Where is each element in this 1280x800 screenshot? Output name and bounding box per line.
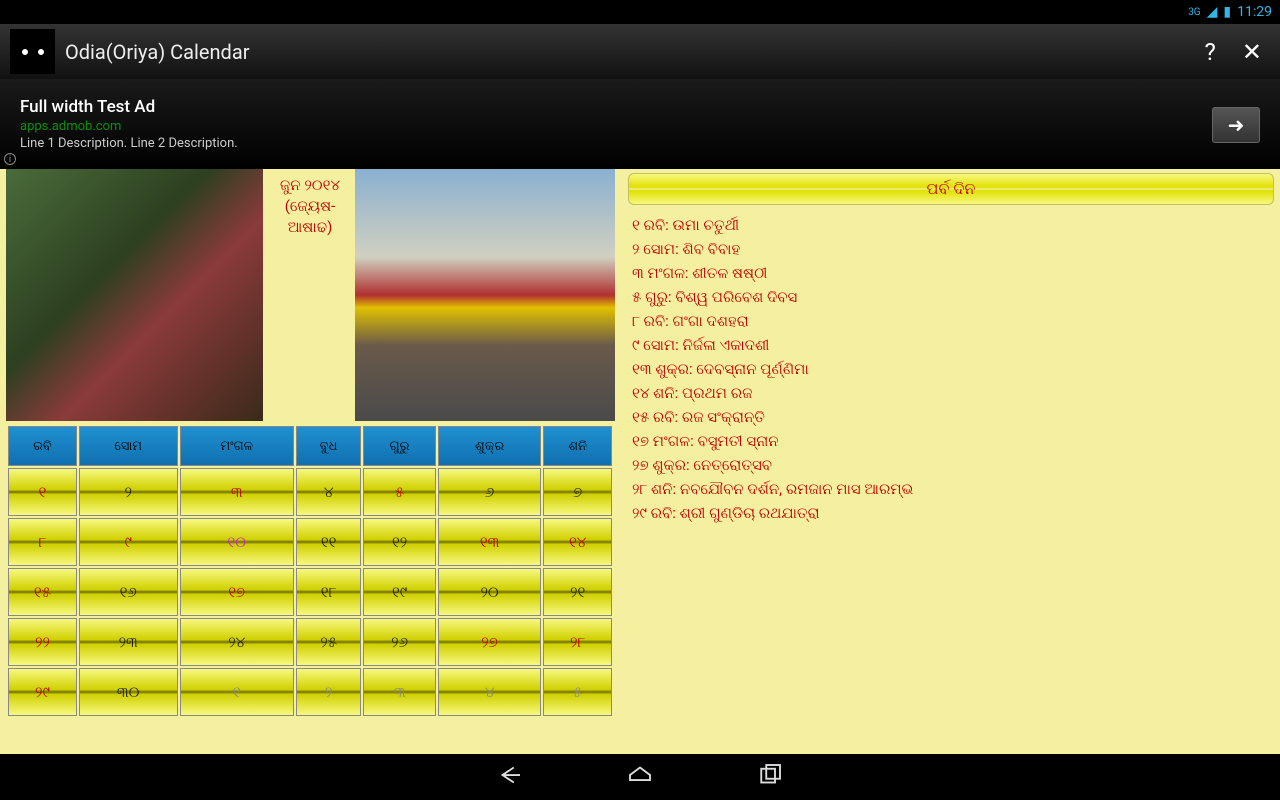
app-title: Odia(Oriya) Calendar <box>65 40 250 64</box>
weekday-header: ରବି <box>8 426 77 466</box>
festival-item: ୫ ଗୁରୁ: ବିଶ୍ୱ ପରିବେଶ ଦିବସ <box>632 285 1268 309</box>
weekday-header: ବୁଧ <box>296 426 361 466</box>
calendar-day[interactable]: ୧୭ <box>180 568 294 616</box>
festival-item: ୧୪ ଶନି: ପ୍ରଥମ ରଜ <box>632 381 1268 405</box>
app-logo <box>10 29 55 74</box>
ad-title: Full width Test Ad <box>20 97 238 117</box>
ad-info-icon[interactable]: i <box>4 153 16 165</box>
weekday-header: ଶନି <box>543 426 612 466</box>
calendar-day[interactable]: ୨୨ <box>8 618 77 666</box>
weekday-header: ସୋମ <box>79 426 178 466</box>
calendar-day[interactable]: ୧୨ <box>363 518 436 566</box>
month-name: ଜୁନ ୨୦୧୪ <box>267 175 353 196</box>
calendar-day[interactable]: ୧୧ <box>296 518 361 566</box>
calendar-day[interactable]: ୨୮ <box>543 618 612 666</box>
calendar-day[interactable]: ୨୯ <box>8 668 77 716</box>
status-bar: 3G ◢ ▮ 11:29 <box>0 0 1280 24</box>
battery-icon: ▮ <box>1223 4 1231 20</box>
festival-item: ୨ ସୋମ: ଶିବ ବିବାହ <box>632 237 1268 261</box>
help-button[interactable]: ? <box>1197 38 1224 66</box>
festival-item: ୯ ସୋମ: ନିର୍ଜଳା ଏକାଦଶୀ <box>632 333 1268 357</box>
decorative-image-right <box>355 169 615 421</box>
calendar-day[interactable]: ୭ <box>543 468 612 516</box>
festival-item: ୧୫ ରବି: ରଜ ସଂକ୍ରାନ୍ତି <box>632 405 1268 429</box>
calendar-day[interactable]: ୮ <box>8 518 77 566</box>
calendar-day[interactable]: ୨୭ <box>438 618 541 666</box>
navigation-bar <box>0 754 1280 800</box>
calendar-day[interactable]: ୧୬ <box>79 568 178 616</box>
network-icon: 3G <box>1188 7 1200 18</box>
calendar-day[interactable]: ୨୬ <box>363 618 436 666</box>
clock: 11:29 <box>1237 4 1272 20</box>
weekday-header: ଶୁକ୍ର <box>438 426 541 466</box>
festival-list: ୧ ରବି: ଉମା ଚତୁର୍ଥୀ୨ ସୋମ: ଶିବ ବିବାହ୩ ମଂଗଳ… <box>626 213 1274 525</box>
festival-panel: ପର୍ବ ଦିନ ୧ ରବି: ଉମା ଚତୁର୍ଥୀ୨ ସୋମ: ଶିବ ବି… <box>620 169 1280 754</box>
ad-description: Line 1 Description. Line 2 Description. <box>20 136 238 151</box>
calendar-day[interactable]: ୧୦ <box>180 518 294 566</box>
calendar-day[interactable]: ୧ <box>8 468 77 516</box>
calendar-day[interactable]: ୪ <box>296 468 361 516</box>
festival-item: ୨୯ ରବି: ଶ୍ରୀ ଗୁଣ୍ଡିଚା ରଥଯାତ୍ରା <box>632 501 1268 525</box>
festival-item: ୮ ରବି: ଗଂଗା ଦଶହରା <box>632 309 1268 333</box>
calendar-day[interactable]: ୫ <box>363 468 436 516</box>
calendar-day[interactable]: ୨୫ <box>296 618 361 666</box>
calendar-day[interactable]: ୨ <box>296 668 361 716</box>
calendar-day[interactable]: ୧୪ <box>543 518 612 566</box>
calendar-day[interactable]: ୧୫ <box>8 568 77 616</box>
recent-apps-button[interactable] <box>755 760 785 794</box>
signal-icon: ◢ <box>1207 4 1218 20</box>
month-label: ଜୁନ ୨୦୧୪ (ଜ୍ୟେଷ-ଆଷାଢ) <box>265 169 355 424</box>
festival-item: ୧୭ ମଂଗଳ: ବସୁମତୀ ସ୍ନାନ <box>632 429 1268 453</box>
calendar-day[interactable]: ୨୪ <box>180 618 294 666</box>
ad-banner[interactable]: i Full width Test Ad apps.admob.com Line… <box>0 79 1280 169</box>
festival-item: ୨୮ ଶନି: ନବଯୌବନ ଦର୍ଶନ, ରମଜାନ ମାସ ଆରମ୍ଭ <box>632 477 1268 501</box>
calendar-day[interactable]: ୨୧ <box>543 568 612 616</box>
calendar-day[interactable]: ୧୩ <box>438 518 541 566</box>
calendar-grid: ରବିସୋମମଂଗଳବୁଧଗୁରୁଶୁକ୍ରଶନି ୧୨୩୪୫୬୭୮୯୧୦୧୧୧… <box>6 424 614 718</box>
calendar-day[interactable]: ୧ <box>180 668 294 716</box>
calendar-day[interactable]: ୧୮ <box>296 568 361 616</box>
calendar-panel: ଜୁନ ୨୦୧୪ (ଜ୍ୟେଷ-ଆଷାଢ) ରବିସୋମମଂଗଳବୁଧଗୁରୁଶ… <box>0 169 620 754</box>
calendar-day[interactable]: ୬ <box>438 468 541 516</box>
calendar-day[interactable]: ୩ <box>180 468 294 516</box>
calendar-day[interactable]: ୩୦ <box>79 668 178 716</box>
festival-item: ୩ ମଂଗଳ: ଶୀତଳ ଷଷ୍ଠୀ <box>632 261 1268 285</box>
title-bar: Odia(Oriya) Calendar ? ✕ <box>0 24 1280 79</box>
month-sub: (ଜ୍ୟେଷ-ଆଷାଢ) <box>267 196 353 238</box>
decorative-image-left <box>6 169 263 421</box>
calendar-day[interactable]: ୪ <box>438 668 541 716</box>
calendar-day[interactable]: ୩ <box>363 668 436 716</box>
back-button[interactable] <box>495 760 525 794</box>
close-button[interactable]: ✕ <box>1234 38 1270 66</box>
calendar-day[interactable]: ୨୩ <box>79 618 178 666</box>
weekday-header: ଗୁରୁ <box>363 426 436 466</box>
ad-url: apps.admob.com <box>20 119 238 134</box>
calendar-day[interactable]: ୧୯ <box>363 568 436 616</box>
content-area: ଜୁନ ୨୦୧୪ (ଜ୍ୟେଷ-ଆଷାଢ) ରବିସୋମମଂଗଳବୁଧଗୁରୁଶ… <box>0 169 1280 754</box>
calendar-day[interactable]: ୨୦ <box>438 568 541 616</box>
calendar-day[interactable]: ୨ <box>79 468 178 516</box>
festival-item: ୧ ରବି: ଉମା ଚତୁର୍ଥୀ <box>632 213 1268 237</box>
ad-arrow-button[interactable]: ➜ <box>1212 107 1260 143</box>
calendar-day[interactable]: ୯ <box>79 518 178 566</box>
weekday-header: ମଂଗଳ <box>180 426 294 466</box>
festival-item: ୨୭ ଶୁକ୍ର: ନେତ୍ରୋତ୍ସବ <box>632 453 1268 477</box>
calendar-day[interactable]: ୫ <box>543 668 612 716</box>
home-button[interactable] <box>625 760 655 794</box>
festival-item: ୧୩ ଶୁକ୍ର: ଦେବସ୍ନାନ ପୂର୍ଣ୍ଣିମା <box>632 357 1268 381</box>
festival-header: ପର୍ବ ଦିନ <box>628 173 1274 205</box>
